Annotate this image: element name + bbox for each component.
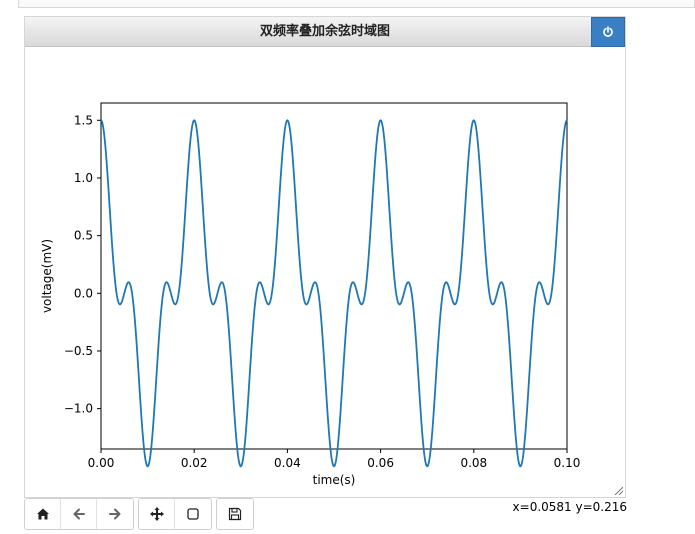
y-tick-label: 1.5 <box>74 113 93 127</box>
x-tick-label: 0.00 <box>88 456 115 470</box>
close-figure-button[interactable] <box>591 17 625 47</box>
y-tick-label: 0.5 <box>74 229 93 243</box>
resize-grip-icon[interactable] <box>613 485 623 495</box>
home-button[interactable] <box>25 499 61 529</box>
nav-toolbar <box>24 498 254 530</box>
save-button[interactable] <box>217 499 253 529</box>
pan-move-icon <box>149 507 164 521</box>
figure-titlebar: 双频率叠加余弦时域图 <box>25 17 625 47</box>
cursor-coordinates: x=0.0581 y=0.216 <box>512 500 627 514</box>
plot-canvas[interactable]: 0.00 0.02 0.04 0.06 0.08 0.10 −1.0 −0.5 0.0 0.5 1.… <box>25 47 625 497</box>
series-lines <box>100 119 568 468</box>
x-tick-label: 0.04 <box>274 456 301 470</box>
figure-title: 双频率叠加余弦时域图 <box>259 24 390 39</box>
forward-arrow-icon <box>109 508 121 520</box>
toolbar-group-tools <box>138 498 212 530</box>
x-tick-label: 0.02 <box>181 456 208 470</box>
y-tick-label: 0.0 <box>74 286 93 300</box>
forward-button[interactable] <box>97 499 133 529</box>
x-tick-label: 0.08 <box>460 456 487 470</box>
zoom-rect-icon <box>187 508 199 520</box>
x-tick-label: 0.10 <box>554 456 581 470</box>
y-tick-label: −1.0 <box>64 402 93 416</box>
y-tick-label: −0.5 <box>64 344 93 358</box>
figure-frame: 双频率叠加余弦时域图 0.00 0.02 0.04 0.06 0.08 0.10 −1.0 −… <box>24 16 626 498</box>
toolbar-group-navigation <box>24 498 134 530</box>
x-tick-label: 0.06 <box>367 456 394 470</box>
back-button[interactable] <box>61 499 97 529</box>
axes-frame <box>100 102 568 450</box>
toolbar-group-save <box>216 498 254 530</box>
x-axis-label: time(s) <box>313 473 356 487</box>
y-tick-label: 1.0 <box>74 171 93 185</box>
power-icon <box>603 26 613 37</box>
top-strip <box>18 0 695 8</box>
series-line-0 <box>100 119 568 468</box>
zoom-rect-button[interactable] <box>175 499 211 529</box>
home-icon <box>36 508 49 520</box>
save-disk-icon <box>228 507 242 521</box>
back-arrow-icon <box>73 508 85 520</box>
pan-button[interactable] <box>139 499 175 529</box>
y-axis-label: voltage(mV) <box>40 239 54 313</box>
